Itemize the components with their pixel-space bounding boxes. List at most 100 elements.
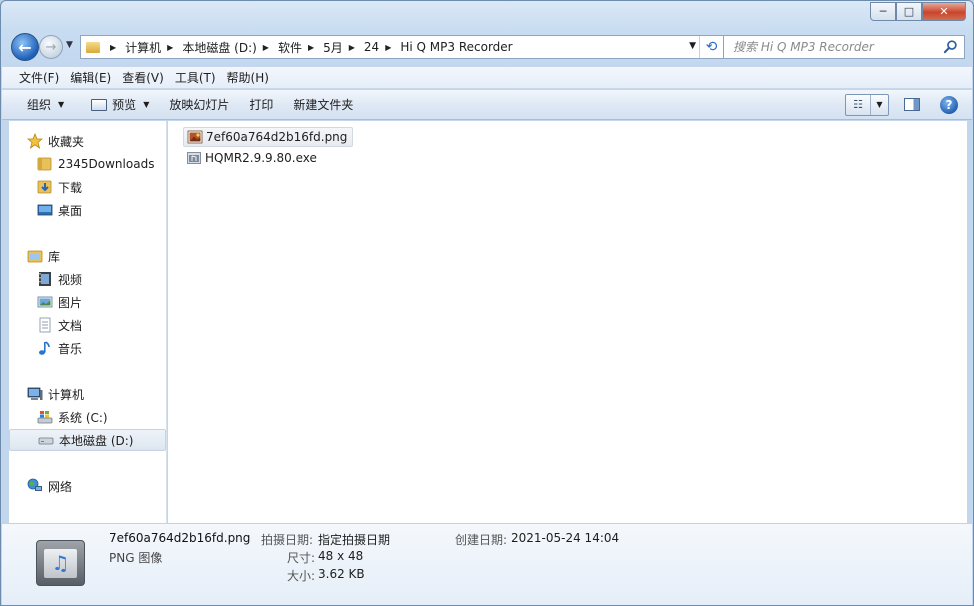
details-size-label: 大小: xyxy=(287,569,316,583)
sidebar-item-label: 收藏夹 xyxy=(48,134,85,149)
minimize-button[interactable]: ─ xyxy=(870,2,896,21)
downloads-folder-icon xyxy=(37,179,53,195)
sidebar-item-label: 图片 xyxy=(58,295,83,310)
sidebar-item-network[interactable]: 网络 xyxy=(27,475,183,497)
search-input[interactable] xyxy=(733,40,938,54)
breadcrumb-drive-d[interactable]: 本地磁盘 (D:) ▶ xyxy=(182,36,278,58)
details-taken-label: 拍摄日期: xyxy=(261,533,314,547)
navigation-pane: 收藏夹 2345Downloads 下载 桌面 库 视频 图片 文档 音乐 计算… xyxy=(9,121,167,523)
change-view-button[interactable]: ☷ ▼ xyxy=(845,93,889,116)
music-note-icon: ♫ xyxy=(44,548,77,578)
star-icon xyxy=(27,133,43,149)
explorer-window: ─ □ ✕ ← → ▼ ▶ 计算机 ▶ 本地磁盘 (D:) ▶ 软件 ▶ 5月 ▶ 24… xyxy=(0,0,974,606)
sidebar-item-libraries[interactable]: 库 xyxy=(27,245,183,267)
sidebar-item-label: 网络 xyxy=(48,479,73,494)
details-dimensions-value: 48 x 48 xyxy=(318,549,364,563)
music-note-icon xyxy=(37,340,53,356)
file-thumbnail: ♫ xyxy=(36,540,85,586)
preview-pane-icon[interactable] xyxy=(904,98,920,111)
slideshow-button[interactable]: 放映幻灯片 xyxy=(159,90,239,119)
file-list[interactable]: 7ef60a764d2b16fd.png HQMR2.9.9.80.exe xyxy=(168,121,967,523)
sidebar-item-label: 库 xyxy=(48,249,61,264)
documents-icon xyxy=(37,317,53,333)
search-icon[interactable] xyxy=(943,39,958,54)
breadcrumb-may[interactable]: 5月 ▶ xyxy=(323,36,364,58)
new-folder-button[interactable]: 新建文件夹 xyxy=(283,90,363,119)
sidebar-item-label: 桌面 xyxy=(58,203,83,218)
recent-pages-dropdown[interactable]: ▼ xyxy=(66,40,73,50)
search-box[interactable] xyxy=(723,35,965,59)
forward-button[interactable]: → xyxy=(39,35,63,59)
breadcrumb-label[interactable]: Hi Q MP3 Recorder xyxy=(400,40,512,54)
preview-button[interactable]: 预览 ▼ xyxy=(81,90,159,119)
folder-icon xyxy=(86,41,100,53)
libraries-icon xyxy=(27,248,43,264)
hard-drive-icon xyxy=(38,432,54,448)
breadcrumb-separator-icon[interactable]: ▶ xyxy=(349,43,355,52)
breadcrumb-separator-icon[interactable]: ▶ xyxy=(110,43,116,52)
command-bar: 组织 ▼ 预览 ▼ 放映幻灯片 打印 新建文件夹 ☷ ▼ ? xyxy=(2,90,972,120)
chevron-down-icon: ▼ xyxy=(143,100,150,109)
sidebar-item-label: 下载 xyxy=(58,180,83,195)
breadcrumb-software[interactable]: 软件 ▶ xyxy=(278,36,323,58)
details-taken-value[interactable]: 指定拍摄日期 xyxy=(318,531,390,548)
breadcrumb-separator-icon[interactable]: ▶ xyxy=(167,43,173,52)
command-bar-right: ☷ ▼ ? xyxy=(845,90,972,119)
breadcrumb-root[interactable]: ▶ xyxy=(104,36,125,58)
address-history-dropdown[interactable]: ▼ xyxy=(689,41,696,51)
back-button[interactable]: ← xyxy=(11,33,39,61)
breadcrumb-label[interactable]: 计算机 xyxy=(125,39,161,56)
breadcrumb-separator-icon[interactable]: ▶ xyxy=(308,43,314,52)
menu-help[interactable]: 帮助(H) xyxy=(225,67,278,88)
file-item-exe[interactable]: HQMR2.9.9.80.exe xyxy=(183,148,322,168)
details-file-type: PNG 图像 xyxy=(109,551,163,565)
breadcrumb-label[interactable]: 软件 xyxy=(278,39,302,56)
menu-view[interactable]: 查看(V) xyxy=(120,67,173,88)
sidebar-item-local-disk-d[interactable]: 本地磁盘 (D:) xyxy=(9,429,166,451)
breadcrumb-24[interactable]: 24 ▶ xyxy=(364,36,400,58)
print-button[interactable]: 打印 xyxy=(239,90,283,119)
menu-file[interactable]: 文件(F) xyxy=(2,67,68,88)
chevron-down-icon[interactable]: ▼ xyxy=(871,95,888,115)
png-image-icon xyxy=(187,129,203,145)
details-dimensions-label: 尺寸: xyxy=(287,551,316,565)
address-bar[interactable]: ▶ 计算机 ▶ 本地磁盘 (D:) ▶ 软件 ▶ 5月 ▶ 24 ▶ Hi Q MP3 R… xyxy=(80,35,724,59)
details-created-value: 2021-05-24 14:04 xyxy=(511,531,620,545)
caption-buttons: ─ □ ✕ xyxy=(870,2,966,21)
sidebar-item-label: 计算机 xyxy=(48,387,85,402)
breadcrumb-computer[interactable]: 计算机 ▶ xyxy=(125,36,182,58)
sidebar-item-label: 本地磁盘 (D:) xyxy=(59,433,134,448)
file-name: 7ef60a764d2b16fd.png xyxy=(206,130,348,144)
menu-edit[interactable]: 编辑(E) xyxy=(68,67,120,88)
navigation-row: ← → ▼ ▶ 计算机 ▶ 本地磁盘 (D:) ▶ 软件 ▶ 5月 ▶ 24 ▶ Hi Q… xyxy=(9,33,965,61)
refresh-icon[interactable]: ⟲ xyxy=(699,36,723,58)
sidebar-item-computer[interactable]: 计算机 xyxy=(27,383,183,405)
preview-label: 预览 xyxy=(112,98,137,112)
details-created-label: 创建日期: xyxy=(455,533,508,547)
folder-icon xyxy=(37,156,53,172)
view-details-icon[interactable]: ☷ xyxy=(846,94,871,115)
close-button[interactable]: ✕ xyxy=(922,2,966,21)
file-name: HQMR2.9.9.80.exe xyxy=(205,151,317,165)
file-item-png[interactable]: 7ef60a764d2b16fd.png xyxy=(183,127,354,147)
sidebar-item-label: 音乐 xyxy=(58,341,83,356)
breadcrumb-label[interactable]: 本地磁盘 (D:) xyxy=(182,39,256,56)
preview-icon xyxy=(91,98,108,111)
sidebar-item-favorites[interactable]: 收藏夹 xyxy=(27,130,183,152)
maximize-button[interactable]: □ xyxy=(896,2,922,21)
organize-button[interactable]: 组织 ▼ xyxy=(2,90,81,119)
breadcrumb-separator-icon[interactable]: ▶ xyxy=(385,43,391,52)
menu-tools[interactable]: 工具(T) xyxy=(173,67,225,88)
pictures-icon xyxy=(37,294,53,310)
breadcrumb-label[interactable]: 5月 xyxy=(323,39,343,56)
breadcrumb-current[interactable]: Hi Q MP3 Recorder xyxy=(400,36,512,58)
help-icon[interactable]: ? xyxy=(940,95,958,114)
breadcrumb-separator-icon[interactable]: ▶ xyxy=(263,43,269,52)
chevron-down-icon: ▼ xyxy=(58,100,65,109)
menu-bar: 文件(F) 编辑(E) 查看(V) 工具(T) 帮助(H) xyxy=(2,66,972,89)
network-icon xyxy=(27,478,43,494)
sidebar-item-label: 视频 xyxy=(58,272,83,287)
sidebar-item-label: 文档 xyxy=(58,318,83,333)
breadcrumb-label[interactable]: 24 xyxy=(364,40,379,54)
exe-file-icon xyxy=(186,150,202,166)
